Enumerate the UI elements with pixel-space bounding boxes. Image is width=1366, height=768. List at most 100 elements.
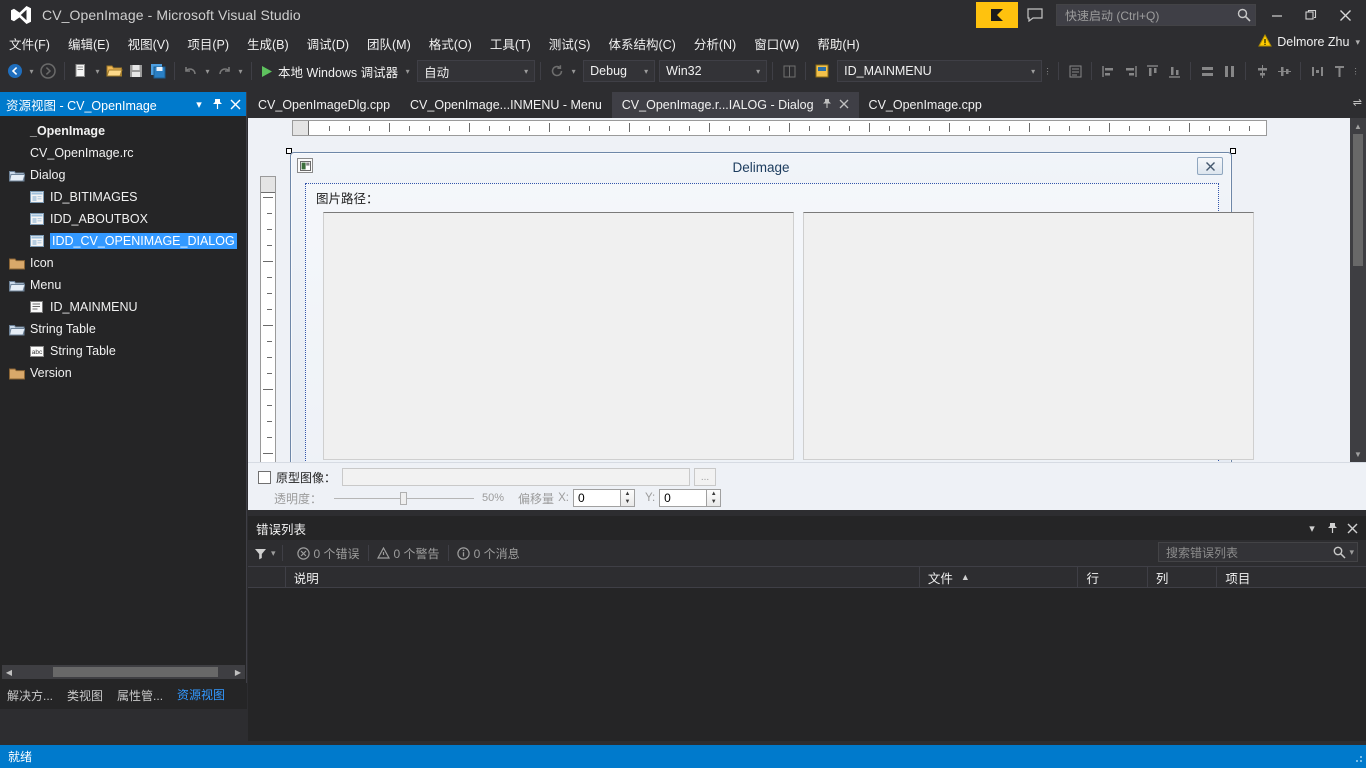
spin-down-icon[interactable]: ▼ (621, 498, 634, 506)
scroll-right-icon[interactable]: ▶ (231, 665, 245, 679)
column-description[interactable]: 说明 (286, 566, 920, 588)
menu-edit[interactable]: 编辑(E) (59, 31, 119, 56)
speech-bubble-icon[interactable] (1018, 2, 1052, 28)
tree-node-rc-file[interactable]: CV_OpenImage.rc (0, 142, 246, 164)
menu-tools[interactable]: 工具(T) (481, 31, 540, 56)
make-same-width-icon[interactable] (1196, 60, 1218, 82)
pin-icon[interactable] (1322, 518, 1342, 538)
close-icon[interactable] (226, 94, 244, 114)
test-dialog-icon[interactable] (1328, 60, 1350, 82)
menu-window[interactable]: 窗口(W) (745, 31, 808, 56)
toolbar-overflow-icon[interactable]: ⋮ (1042, 60, 1053, 82)
resource-combo[interactable]: ID_MAINMENU ▾ (837, 60, 1043, 82)
picture-control-right[interactable] (803, 212, 1254, 460)
vscroll-thumb[interactable] (1353, 134, 1363, 266)
start-debug-dropdown-icon[interactable]: ▾ (402, 60, 413, 82)
solution-config-combo[interactable]: Debug ▾ (583, 60, 656, 82)
tab-cv-openimagedlg-cpp[interactable]: CV_OpenImageDlg.cpp (248, 92, 401, 118)
spin-down-icon[interactable]: ▼ (707, 498, 720, 506)
error-list-grid[interactable] (248, 588, 1366, 741)
menu-help[interactable]: 帮助(H) (808, 31, 868, 56)
resource-view-hscrollbar[interactable]: ◀ ▶ (2, 665, 245, 679)
navigate-back-icon[interactable] (4, 60, 26, 82)
scroll-down-icon[interactable]: ▼ (1350, 446, 1366, 462)
menu-analyze[interactable]: 分析(N) (685, 31, 745, 56)
offset-y-input[interactable]: 0 (659, 489, 707, 507)
dialog-selection-wrapper[interactable]: Delimage 图片路径： (286, 148, 1254, 500)
designer-vertical-scrollbar[interactable]: ▲ ▼ (1350, 118, 1366, 462)
tab-resource-view[interactable]: 资源视图 (170, 682, 233, 709)
tab-property-manager[interactable]: 属性管... (110, 683, 170, 709)
refresh-dropdown-icon[interactable]: ▾ (568, 60, 579, 82)
offset-y-spin-buttons[interactable]: ▲ ▼ (706, 489, 722, 507)
chevron-down-icon[interactable]: ▾ (1027, 67, 1039, 76)
start-debug-button[interactable]: 本地 Windows 调试器 (257, 60, 402, 82)
search-caret-icon[interactable]: ▾ (1349, 547, 1354, 558)
center-vertical-icon[interactable] (1273, 60, 1295, 82)
feedback-flag-icon[interactable] (976, 2, 1018, 28)
tree-node-dialog-folder[interactable]: Dialog (0, 164, 246, 186)
menu-project[interactable]: 项目(P) (178, 31, 238, 56)
redo-dropdown-icon[interactable]: ▾ (235, 60, 246, 82)
spin-up-icon[interactable]: ▲ (707, 490, 720, 498)
close-icon[interactable] (1328, 1, 1362, 29)
dialog-designer-surface[interactable]: Delimage 图片路径： (248, 118, 1366, 510)
tree-node-id-mainmenu[interactable]: ID_MAINMENU (0, 296, 246, 318)
make-same-height-icon[interactable] (1218, 60, 1240, 82)
minimize-icon[interactable] (1260, 1, 1294, 29)
filter-caret-icon[interactable]: ▾ (271, 548, 276, 559)
undo-icon[interactable] (180, 60, 202, 82)
column-line[interactable]: 行 (1078, 566, 1148, 588)
save-icon[interactable] (125, 60, 147, 82)
prototype-image-checkbox[interactable] (258, 470, 271, 484)
spin-up-icon[interactable]: ▲ (621, 490, 634, 498)
tree-node-idd-aboutbox[interactable]: IDD_ABOUTBOX (0, 208, 246, 230)
account-caret-icon[interactable]: ▾ (1355, 37, 1360, 48)
undo-dropdown-icon[interactable]: ▾ (202, 60, 213, 82)
solution-platform-combo[interactable]: Win32 ▾ (659, 60, 768, 82)
align-tops-icon[interactable] (1141, 60, 1163, 82)
tree-node-string-table-folder[interactable]: String Table (0, 318, 246, 340)
scroll-up-icon[interactable]: ▲ (1350, 118, 1366, 134)
menu-team[interactable]: 团队(M) (358, 31, 420, 56)
offset-y-stepper[interactable]: 0 ▲ ▼ (659, 489, 722, 507)
chevron-down-icon[interactable]: ▾ (640, 67, 652, 76)
navigate-forward-icon[interactable] (37, 60, 59, 82)
column-file[interactable]: 文件 ▲ (920, 566, 1079, 588)
tree-node-version-folder[interactable]: Version (0, 362, 246, 384)
pin-icon[interactable] (822, 98, 832, 112)
tab-order-icon[interactable] (1064, 60, 1086, 82)
refresh-icon[interactable] (546, 60, 568, 82)
menu-test[interactable]: 测试(S) (540, 31, 600, 56)
offset-x-input[interactable]: 0 (572, 489, 620, 507)
maximize-icon[interactable] (1294, 1, 1328, 29)
chevron-down-icon[interactable]: ▾ (752, 67, 764, 76)
tree-node-idd-cv-openimage-dialog[interactable]: IDD_CV_OPENIMAGE_DIALOG (0, 230, 246, 252)
menu-debug[interactable]: 调试(D) (298, 31, 358, 56)
warning-count[interactable]: 0 个警告 (369, 545, 448, 562)
column-project[interactable]: 项目 (1217, 566, 1366, 588)
menu-format[interactable]: 格式(O) (420, 31, 481, 56)
chevron-down-icon[interactable]: ▾ (190, 94, 208, 114)
hscroll-thumb[interactable] (53, 667, 218, 677)
prototype-path-input[interactable] (342, 468, 691, 486)
tab-class-view[interactable]: 类视图 (60, 683, 110, 709)
dialog-close-button[interactable] (1197, 157, 1223, 175)
slider-thumb[interactable] (400, 492, 408, 505)
dialog-client-area[interactable]: 图片路径： (291, 181, 1254, 499)
toolbar-options-icon[interactable]: ⋮ (1350, 60, 1361, 82)
align-rights-icon[interactable] (1119, 60, 1141, 82)
error-list-search-input[interactable]: 搜索错误列表 ▾ (1158, 542, 1358, 562)
redo-icon[interactable] (213, 60, 235, 82)
space-across-icon[interactable] (1306, 60, 1328, 82)
new-item-dropdown-icon[interactable]: ▾ (92, 60, 103, 82)
tree-node-id-bitimages[interactable]: ID_BITIMAGES (0, 186, 246, 208)
center-horizontal-icon[interactable] (1251, 60, 1273, 82)
message-count[interactable]: 0 个消息 (449, 545, 528, 562)
menu-view[interactable]: 视图(V) (119, 31, 179, 56)
tab-mainmenu-menu[interactable]: CV_OpenImage...INMENU - Menu (400, 92, 612, 118)
error-count[interactable]: 0 个错误 (289, 545, 368, 562)
chevron-down-icon[interactable]: ▾ (520, 67, 532, 76)
account-menu[interactable]: Delmore Zhu ▾ (1258, 33, 1360, 50)
navigate-back-dropdown-icon[interactable]: ▾ (26, 60, 37, 82)
